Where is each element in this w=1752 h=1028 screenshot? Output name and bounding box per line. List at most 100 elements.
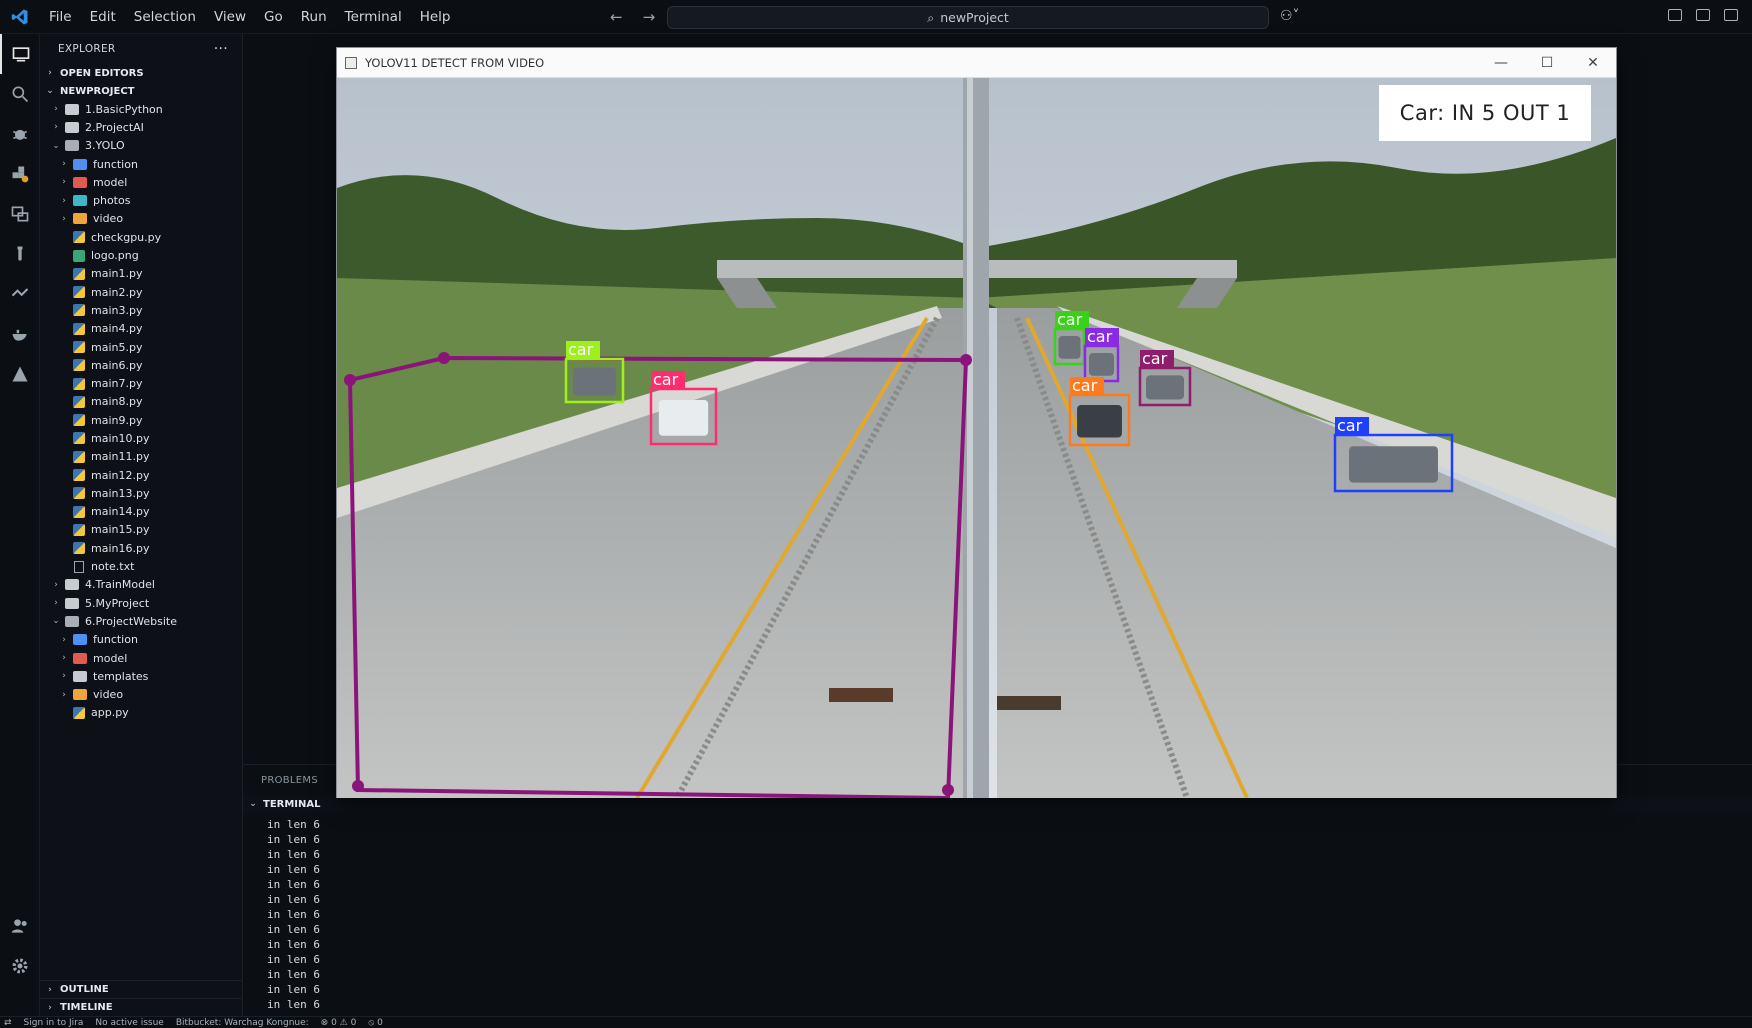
tree-item-label: main13.py — [91, 486, 150, 500]
folder-icon — [65, 615, 79, 627]
tree-folder[interactable]: › 5.MyProject — [40, 594, 242, 612]
project-section[interactable]: ⌄ NEWPROJECT — [40, 82, 242, 100]
back-arrow-icon[interactable]: ← — [610, 8, 623, 26]
bitbucket-status[interactable]: Bitbucket: Warchag Kongnue: — [176, 1018, 309, 1028]
toggle-panel-icon[interactable] — [1696, 9, 1710, 21]
tree-folder[interactable]: › 2.ProjectAI — [40, 118, 242, 136]
zone-vertex — [438, 352, 450, 364]
extensions-icon[interactable] — [0, 154, 40, 194]
command-center-search[interactable]: ⌕ newProject — [667, 6, 1269, 29]
problems-status[interactable]: ⊗ 0 ⚠ 0 — [321, 1018, 357, 1028]
atlassian-icon[interactable] — [0, 354, 40, 394]
copilot-icon[interactable]: ⚇˅ — [1280, 8, 1300, 24]
menu-run[interactable]: Run — [292, 0, 336, 34]
menu-selection[interactable]: Selection — [125, 0, 205, 34]
docker-icon[interactable] — [0, 314, 40, 354]
accounts-icon[interactable] — [0, 906, 40, 946]
tree-folder[interactable]: › templates — [40, 667, 242, 685]
tree-folder[interactable]: › photos — [40, 191, 242, 209]
tree-file[interactable]: logo.png — [40, 246, 242, 264]
remote-explorer-icon[interactable] — [0, 194, 40, 234]
terminal-output[interactable]: in len 6 in len 6 in len 6 in len 6 in len 6… — [243, 813, 1752, 1012]
python-icon[interactable] — [0, 274, 40, 314]
tree-folder[interactable]: ⌄ 6.ProjectWebsite — [40, 612, 242, 630]
window-titlebar[interactable]: YOLOV11 DETECT FROM VIDEO — [337, 48, 1616, 78]
tree-file[interactable]: main11.py — [40, 448, 242, 466]
car-vehicle — [572, 367, 617, 396]
tree-file[interactable]: app.py — [40, 704, 242, 722]
python-file-icon — [73, 267, 85, 280]
open-editors-section[interactable]: › OPEN EDITORS — [40, 64, 242, 82]
tree-item-label: model — [93, 651, 128, 665]
tree-file[interactable]: main3.py — [40, 301, 242, 319]
tree-file[interactable]: main10.py — [40, 429, 242, 447]
tree-file[interactable]: main16.py — [40, 539, 242, 557]
tree-file[interactable]: main5.py — [40, 338, 242, 356]
tree-file[interactable]: main8.py — [40, 393, 242, 411]
chevron-icon: › — [62, 177, 66, 188]
jira-signin[interactable]: Sign in to Jira — [24, 1018, 84, 1028]
menu-go[interactable]: Go — [255, 0, 292, 34]
tree-file[interactable]: main14.py — [40, 503, 242, 521]
close-icon[interactable]: ✕ — [1570, 48, 1616, 78]
tree-folder[interactable]: › model — [40, 649, 242, 667]
minimize-icon[interactable]: — — [1478, 48, 1524, 78]
timeline-section[interactable]: › TIMELINE — [40, 998, 243, 1016]
tree-item-label: function — [93, 633, 138, 647]
python-file-icon — [73, 304, 85, 317]
tree-item-label: video — [93, 212, 124, 226]
jira-issue[interactable]: No active issue — [95, 1018, 163, 1028]
tree-file[interactable]: note.txt — [40, 557, 242, 575]
tree-folder[interactable]: › video — [40, 210, 242, 228]
tree-folder[interactable]: › function — [40, 631, 242, 649]
tree-folder[interactable]: › 1.BasicPython — [40, 100, 242, 118]
nav-arrows: ← → — [610, 8, 655, 26]
python-file-icon — [73, 341, 85, 353]
toggle-secondary-sidebar-icon[interactable] — [1724, 9, 1738, 21]
folder-icon — [65, 103, 79, 115]
chevron-icon: › — [62, 195, 66, 206]
tree-item-label: main14.py — [91, 505, 150, 519]
tree-folder[interactable]: › 4.TrainModel — [40, 576, 242, 594]
tree-file[interactable]: main7.py — [40, 374, 242, 392]
tree-file[interactable]: main12.py — [40, 466, 242, 484]
tree-file[interactable]: main4.py — [40, 320, 242, 338]
maximize-icon[interactable]: ☐ — [1524, 48, 1570, 78]
toggle-sidebar-icon[interactable] — [1668, 9, 1682, 21]
tree-file[interactable]: main6.py — [40, 356, 242, 374]
search-icon[interactable] — [0, 74, 40, 114]
chevron-icon: ⌄ — [52, 616, 60, 627]
tree-folder[interactable]: › function — [40, 155, 242, 173]
chevron-icon: › — [62, 653, 66, 664]
outline-section[interactable]: › OUTLINE — [40, 980, 243, 998]
tree-file[interactable]: main2.py — [40, 283, 242, 301]
menu-help[interactable]: Help — [411, 0, 460, 34]
remote-icon[interactable]: ⇄ — [4, 1018, 12, 1028]
debug-icon[interactable] — [0, 114, 40, 154]
forward-arrow-icon[interactable]: → — [643, 8, 656, 26]
menu-file[interactable]: File — [40, 0, 81, 34]
tree-file[interactable]: main15.py — [40, 521, 242, 539]
car-vehicle — [658, 400, 709, 436]
settings-gear-icon[interactable] — [0, 946, 40, 986]
folder-icon — [65, 140, 79, 152]
tree-folder[interactable]: ⌄ 3.YOLO — [40, 137, 242, 155]
tree-folder[interactable]: › model — [40, 173, 242, 191]
tree-folder[interactable]: › video — [40, 686, 242, 704]
tree-file[interactable]: main1.py — [40, 265, 242, 283]
menu-edit[interactable]: Edit — [81, 0, 125, 34]
vscode-logo-icon[interactable] — [0, 0, 40, 34]
tree-file[interactable]: main13.py — [40, 484, 242, 502]
testing-icon[interactable] — [0, 234, 40, 274]
chevron-icon: ⌄ — [52, 140, 60, 151]
menu-terminal[interactable]: Terminal — [336, 0, 411, 34]
explorer-icon[interactable] — [0, 34, 40, 74]
ports-status[interactable]: ⦸ 0 — [368, 1018, 382, 1028]
tree-file[interactable]: main9.py — [40, 411, 242, 429]
tab-problems[interactable]: PROBLEMS — [261, 775, 318, 786]
tree-file[interactable]: checkgpu.py — [40, 228, 242, 246]
menu-view[interactable]: View — [205, 0, 255, 34]
tree-item-label: app.py — [91, 706, 129, 720]
more-actions-icon[interactable]: ··· — [214, 41, 228, 57]
car-vehicle — [1077, 405, 1122, 438]
